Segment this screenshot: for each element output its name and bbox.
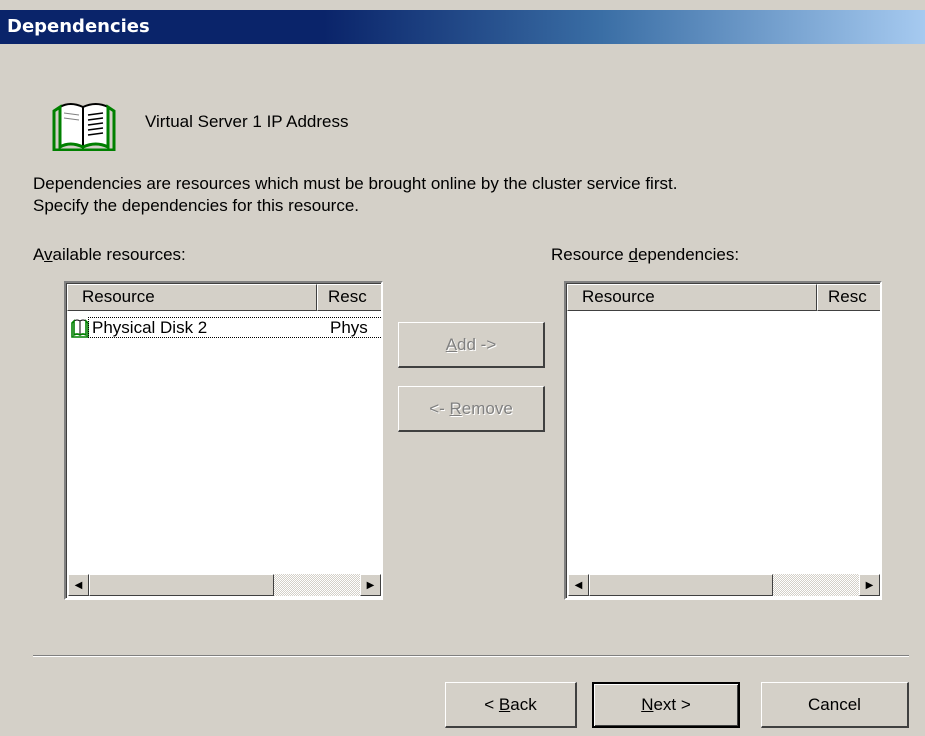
resource-dependencies-label: Resource dependencies: (551, 245, 740, 264)
scroll-left-button[interactable]: ◀ (568, 574, 589, 596)
resource-book-icon (52, 103, 116, 151)
scroll-right-button[interactable]: ▶ (360, 574, 381, 596)
add-button[interactable]: Add -> (398, 322, 545, 368)
resource-dependencies-list[interactable]: Resource Resc ◀ ▶ (564, 281, 882, 600)
resource-name: Virtual Server 1 IP Address (145, 112, 349, 131)
description-line-2: Specify the dependencies for this resour… (33, 196, 360, 215)
remove-button[interactable]: <- Remove (398, 386, 545, 432)
column-header-resource[interactable]: Resource (567, 284, 817, 311)
scroll-thumb[interactable] (589, 574, 773, 596)
dialog-window: Dependencies Virtual Server 1 IP Address… (0, 0, 925, 736)
column-header-resource[interactable]: Resource (67, 284, 317, 311)
back-button[interactable]: < Back (445, 682, 577, 728)
column-header-resource-type[interactable]: Resc (317, 284, 381, 311)
dependencies-horizontal-scrollbar[interactable]: ◀ ▶ (568, 574, 880, 596)
column-header-resource-type[interactable]: Resc (817, 284, 880, 311)
description-line-1: Dependencies are resources which must be… (33, 174, 678, 193)
next-button[interactable]: Next > (592, 682, 740, 728)
cancel-button[interactable]: Cancel (761, 682, 909, 728)
resource-name-cell: Physical Disk 2 (92, 318, 208, 337)
scroll-right-button[interactable]: ▶ (859, 574, 880, 596)
available-horizontal-scrollbar[interactable]: ◀ ▶ (68, 574, 381, 596)
physical-disk-icon (71, 319, 89, 338)
scroll-thumb[interactable] (89, 574, 274, 596)
scroll-left-button[interactable]: ◀ (68, 574, 89, 596)
list-item[interactable]: Physical Disk 2 Phys (68, 317, 381, 339)
available-resources-list[interactable]: Resource Resc Physical Disk 2 Phys ◀ ▶ (64, 281, 383, 600)
available-resources-label: Available resources: (33, 245, 186, 264)
window-title: Dependencies (7, 16, 150, 37)
title-bar: Dependencies (0, 10, 925, 44)
resource-type-cell: Phys (330, 318, 368, 337)
